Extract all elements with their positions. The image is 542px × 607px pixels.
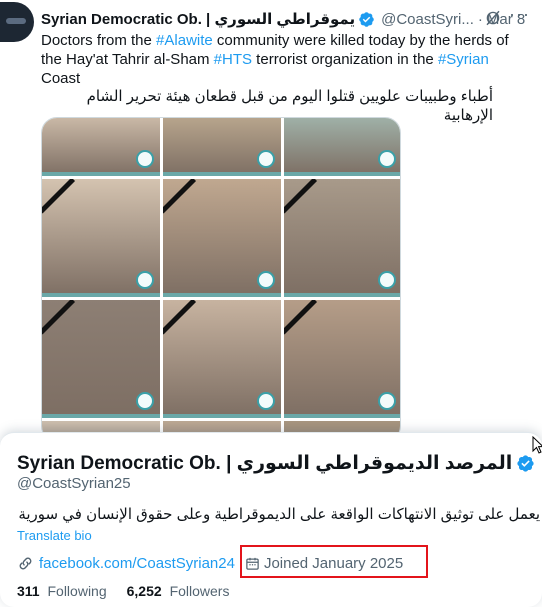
followers-count: 6,252 (126, 583, 162, 599)
photo-caption-strip (42, 414, 160, 418)
verified-badge-icon (359, 11, 374, 27)
card-handle[interactable]: @CoastSyrian25 (17, 475, 131, 492)
mourning-ribbon (163, 300, 197, 335)
hashtag-link[interactable]: #HTS (214, 51, 252, 68)
media-photo[interactable] (163, 300, 281, 418)
logo-watermark-icon (378, 271, 396, 289)
photo-caption-strip (42, 172, 160, 176)
separator-dot: · (477, 10, 483, 28)
tweet-text: Doctors from the #Alawite community were… (41, 31, 531, 88)
grok-icon[interactable] (484, 9, 502, 27)
hashtag-link[interactable]: #Syrian (438, 51, 489, 68)
profile-hover-card: Syrian Democratic Ob. | المرصد الديموقرا… (0, 432, 542, 607)
logo-watermark-icon (257, 150, 275, 168)
photo-caption-strip (284, 172, 400, 176)
following-label: Following (47, 583, 107, 599)
followers-label: Followers (169, 583, 230, 599)
mourning-ribbon (42, 179, 76, 214)
tweet[interactable]: Syrian Democratic Ob. | يموقراطي السوري … (0, 0, 542, 442)
logo-watermark-icon (136, 271, 154, 289)
verified-badge-icon (517, 454, 534, 472)
author-handle[interactable]: @CoastSyri... (381, 11, 474, 28)
tweet-text-segment: Coast (41, 70, 81, 87)
mourning-ribbon (284, 300, 318, 335)
media-photo[interactable] (284, 118, 400, 176)
media-photo[interactable] (284, 179, 400, 297)
logo-watermark-icon (257, 392, 275, 410)
logo-watermark-icon (136, 150, 154, 168)
media-photo[interactable] (42, 179, 160, 297)
followers-stat[interactable]: 6,252 Followers (127, 583, 230, 599)
logo-watermark-icon (136, 392, 154, 410)
photo-caption-strip (284, 414, 400, 418)
mourning-ribbon (42, 300, 76, 335)
photo-caption-strip (163, 293, 281, 297)
profile-website-link[interactable]: facebook.com/CoastSyrian24 (17, 555, 235, 572)
translate-bio-link[interactable]: Translate bio (17, 528, 92, 543)
following-count: 311 (17, 583, 40, 599)
media-photo[interactable] (163, 118, 281, 176)
author-display-name[interactable]: Syrian Democratic Ob. | يموقراطي السوري (41, 10, 355, 28)
media-photo[interactable] (42, 118, 160, 176)
author-avatar[interactable] (0, 2, 34, 42)
hashtag-link[interactable]: #Alawite (156, 32, 213, 49)
tweet-text-segment: Doctors from the (41, 32, 157, 49)
mouse-cursor-icon (532, 436, 542, 454)
photo-caption-strip (42, 293, 160, 297)
tweet-text-segment: terrorist organization in the (252, 51, 438, 68)
more-options-icon[interactable]: ··· (509, 5, 529, 27)
card-display-name[interactable]: Syrian Democratic Ob. | المرصد الديموقرا… (17, 452, 512, 475)
tweet-media[interactable] (41, 117, 401, 442)
logo-watermark-icon (378, 392, 396, 410)
logo-watermark-icon (378, 150, 396, 168)
media-photo[interactable] (163, 179, 281, 297)
card-display-name-row: Syrian Democratic Ob. | المرصد الديموقرا… (17, 450, 535, 476)
following-stat[interactable]: 311 Following (17, 583, 107, 599)
photo-caption-strip (284, 293, 400, 297)
tweet-header: Syrian Democratic Ob. | يموقراطي السوري … (41, 8, 525, 30)
highlight-box (240, 545, 428, 578)
photo-caption-strip (163, 414, 281, 418)
link-icon (19, 557, 32, 569)
profile-bio: يعمل على توثيق الانتهاكات الواقعة على ال… (18, 506, 540, 523)
mourning-ribbon (163, 179, 197, 214)
logo-watermark-icon (257, 271, 275, 289)
profile-website-text[interactable]: facebook.com/CoastSyrian24 (39, 555, 235, 572)
media-photo[interactable] (42, 300, 160, 418)
mourning-ribbon (284, 179, 318, 214)
media-photo[interactable] (284, 300, 400, 418)
photo-caption-strip (163, 172, 281, 176)
profile-stats: 311 Following 6,252 Followers (17, 583, 229, 599)
